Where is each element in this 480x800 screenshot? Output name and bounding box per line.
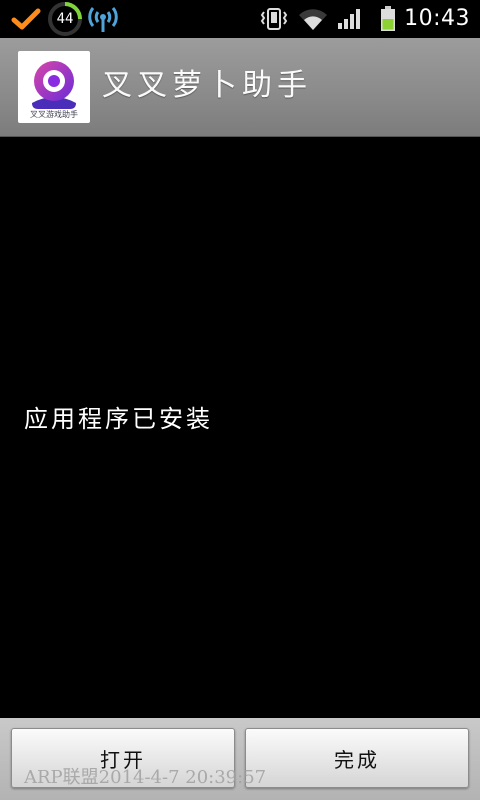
notification-count: 44 <box>56 11 74 27</box>
notification-count-badge: 44 <box>45 0 85 38</box>
status-time: 10:43 <box>404 6 470 31</box>
signal-icon <box>336 0 364 38</box>
watermark-text: ARP联盟2014-4-7 20:39:57 <box>24 767 267 788</box>
wifi-icon <box>296 0 330 38</box>
status-bar: 44 10:43 <box>0 0 480 38</box>
app-header: 叉叉游戏助手 叉叉萝卜助手 <box>0 38 480 137</box>
usb-tethering-icon <box>86 0 120 38</box>
app-icon: 叉叉游戏助手 <box>18 51 90 123</box>
vibrate-icon <box>258 0 290 38</box>
app-title: 叉叉萝卜助手 <box>102 68 312 103</box>
battery-icon <box>376 0 400 38</box>
install-status-message: 应用程序已安装 <box>24 405 213 433</box>
app-icon-caption: 叉叉游戏助手 <box>30 110 78 119</box>
check-icon <box>8 0 44 38</box>
done-button[interactable]: 完成 <box>245 728 469 788</box>
